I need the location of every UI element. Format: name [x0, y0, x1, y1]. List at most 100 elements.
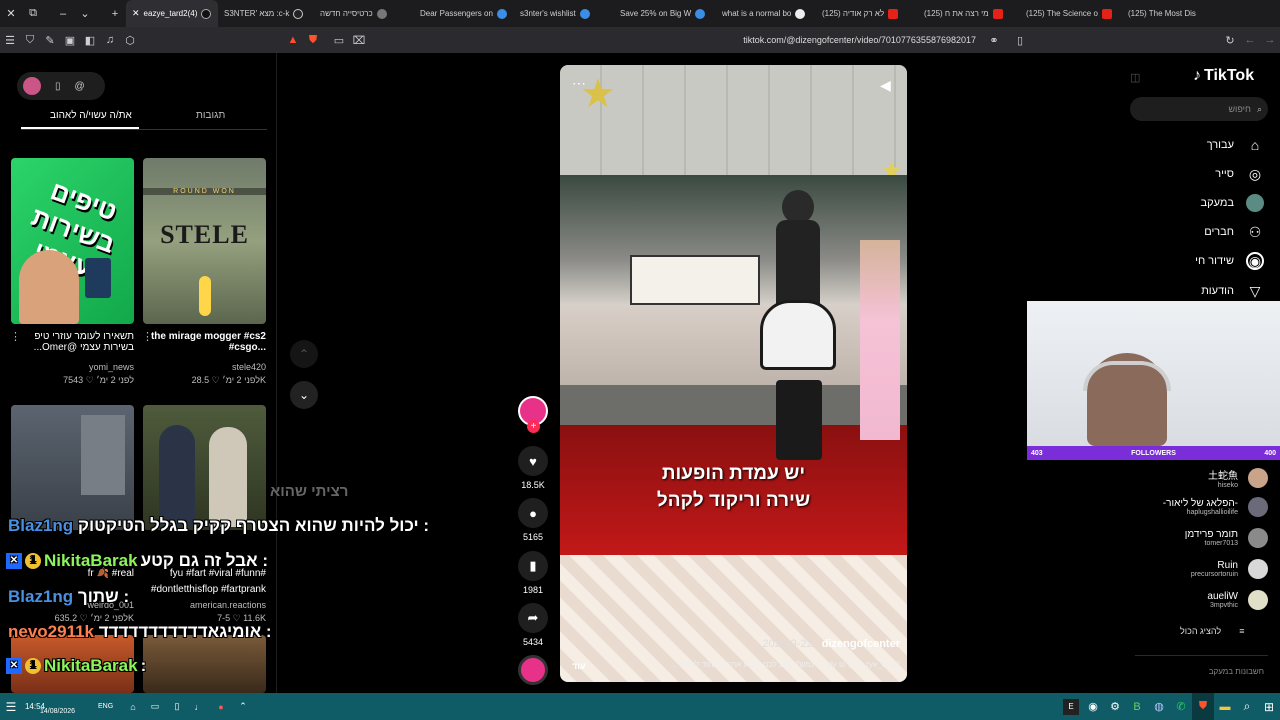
tab-overview-icon[interactable]: ⧉: [22, 0, 44, 27]
tab-replies[interactable]: תגובות: [196, 110, 225, 121]
reload-icon[interactable]: ↻: [1220, 27, 1240, 53]
epic-games-icon[interactable]: E: [1063, 698, 1079, 715]
tab[interactable]: S3NTER' מצא :c-k: [218, 0, 314, 27]
share-action[interactable]: ➦ 5434: [517, 603, 549, 647]
comment-icon[interactable]: ●: [518, 498, 548, 528]
video-thumbnail[interactable]: [11, 405, 134, 530]
tab[interactable]: (125) The Most Dis: [1122, 0, 1220, 27]
link-icon[interactable]: ⚭: [984, 27, 1004, 53]
brave-icon[interactable]: ⛊: [1192, 693, 1214, 720]
following-account[interactable]: -הפלאג של ליאור-haplugshallioilife: [1163, 497, 1268, 517]
pen-icon[interactable]: ✎: [40, 27, 60, 53]
tab[interactable]: Save 25% on Big W: [614, 0, 716, 27]
phone-icon[interactable]: ▯: [55, 81, 61, 92]
display-icon[interactable]: ▭: [144, 693, 166, 720]
volume-icon[interactable]: ▯: [166, 693, 188, 720]
video-caption[interactable]: #dontletthisflop #fartprank: [150, 584, 266, 595]
file-explorer-icon[interactable]: ▬: [1214, 693, 1236, 720]
video-author[interactable]: dizengofcenter: [822, 638, 900, 650]
tab-liked[interactable]: את/ה עשוי/ה לאהוב: [50, 110, 132, 121]
video-author[interactable]: stele420: [150, 362, 266, 372]
video-author[interactable]: american.reactions: [150, 600, 266, 610]
network-icon[interactable]: ⌂: [122, 693, 144, 720]
nav-following[interactable]: במעקב: [1201, 194, 1264, 212]
close-tab-icon[interactable]: ✕: [132, 8, 140, 19]
video-caption[interactable]: תשאירו לעומר עוזרי טיפ בשירות עצמי @Omer…: [20, 331, 134, 353]
video-thumbnail[interactable]: ROUND WON STELE: [143, 158, 266, 324]
tab[interactable]: (125) לא רק אודיה: [816, 0, 918, 27]
follow-plus-icon[interactable]: +: [527, 420, 540, 433]
more-options-icon[interactable]: ⋯: [572, 75, 586, 92]
mute-icon[interactable]: ◀: [880, 77, 891, 94]
nav-messages[interactable]: הודעות ▽: [1201, 282, 1264, 300]
comment-action[interactable]: ● 5165: [517, 498, 549, 542]
bookmark-icon[interactable]: ▮: [518, 551, 548, 581]
steam-icon[interactable]: ⚙: [1104, 693, 1126, 720]
save-action[interactable]: ▮ 1981: [517, 551, 549, 595]
minimize-icon[interactable]: –: [52, 0, 74, 27]
following-account[interactable]: תומר פרידמן tomer7013: [1185, 528, 1268, 548]
menu-icon[interactable]: ☰: [0, 27, 20, 53]
previous-video-button[interactable]: ⌃: [290, 340, 318, 368]
video-thumbnail[interactable]: [143, 635, 266, 693]
nav-live[interactable]: שידור חי ◉: [1195, 252, 1264, 270]
record-icon[interactable]: ●: [210, 693, 232, 720]
tab[interactable]: כרטיסייה חדשה: [314, 0, 414, 27]
video-thumbnail[interactable]: טיפים בשירות עצמי: [11, 158, 134, 324]
search-icon[interactable]: ⌕: [1236, 693, 1258, 720]
video-thumbnail[interactable]: [143, 405, 266, 530]
bookmark-icon[interactable]: ▯: [1010, 27, 1030, 53]
tab[interactable]: (125) The Science o: [1020, 0, 1122, 27]
search-box[interactable]: חיפוש ⌕: [1130, 97, 1268, 121]
whatsapp-icon[interactable]: ✆: [1170, 693, 1192, 720]
main-video[interactable]: ★ ★ ⋯ ◀ יש עמדת הופעות שירה וריקוד לקהל …: [560, 65, 907, 682]
following-account[interactable]: aueliW 3mpvthic: [1207, 590, 1268, 610]
collapse-icon[interactable]: ◫: [1130, 71, 1140, 84]
microphone-icon[interactable]: ♩: [188, 693, 210, 720]
music-icon[interactable]: ♫: [100, 27, 120, 53]
more-link[interactable]: עוד: [572, 661, 586, 671]
video-author[interactable]: yomi_news: [20, 362, 134, 372]
extensions-icon[interactable]: ⬡: [120, 27, 140, 53]
notification-icon[interactable]: ☰: [0, 693, 22, 720]
shield-icon[interactable]: ⛉: [20, 27, 40, 53]
brave-shields-icon[interactable]: ⛊: [303, 27, 323, 53]
share-icon[interactable]: ➦: [518, 603, 548, 633]
obs-icon[interactable]: ◉: [1082, 693, 1104, 720]
following-account[interactable]: Ruin precursortoruin: [1191, 559, 1268, 579]
tray-chevron-icon[interactable]: ⌃: [232, 693, 254, 720]
cast-icon[interactable]: ▭: [329, 27, 349, 53]
url-field[interactable]: tiktok.com/@dizengofcenter/video/7010776…: [369, 35, 984, 45]
following-account[interactable]: 土蛇魚 hiseko: [1208, 467, 1268, 489]
close-window-icon[interactable]: ✕: [0, 0, 22, 27]
music-disc-icon[interactable]: [518, 655, 548, 685]
nav-for-you[interactable]: עבורך ⌂: [1207, 136, 1264, 154]
next-video-button[interactable]: ⌄: [290, 381, 318, 409]
sidebar-icon[interactable]: ◧: [80, 27, 100, 53]
chevron-down-icon[interactable]: ⌄: [74, 0, 96, 27]
search-icon[interactable]: ⌕: [1257, 104, 1262, 115]
back-icon[interactable]: ←: [1240, 27, 1260, 53]
see-all-link[interactable]: ≡ להציג הכול: [1180, 626, 1244, 636]
at-icon[interactable]: @: [75, 81, 85, 92]
nav-friends[interactable]: חברים ⚇: [1204, 223, 1264, 241]
tab[interactable]: what is a normal bo: [716, 0, 816, 27]
avatar[interactable]: [23, 77, 41, 95]
tabs-icon[interactable]: ▣: [60, 27, 80, 53]
nav-explore[interactable]: סייר ◎: [1215, 165, 1264, 183]
tab[interactable]: (125) מי רצה את ח: [918, 0, 1020, 27]
tab[interactable]: Dear Passengers on: [414, 0, 514, 27]
video-caption[interactable]: the mirage mogger #cs2 #csgo...: [150, 331, 266, 353]
windows-start-icon[interactable]: ⊞: [1258, 693, 1280, 720]
heart-icon[interactable]: ♥: [518, 446, 548, 476]
tab-active[interactable]: ✕ eazye_tard2(4): [126, 0, 218, 27]
like-action[interactable]: ♥ 18.5K: [517, 446, 549, 490]
new-tab-icon[interactable]: +: [104, 0, 126, 27]
tab[interactable]: s3nter's wishlist: [514, 0, 614, 27]
translate-icon[interactable]: ⌧: [349, 27, 369, 53]
discord-icon[interactable]: ◍: [1148, 693, 1170, 720]
forward-icon[interactable]: →: [1260, 27, 1280, 53]
language-indicator[interactable]: ENG: [98, 703, 122, 710]
brave-rewards-icon[interactable]: ▲: [283, 27, 303, 53]
b-app-icon[interactable]: B: [1126, 693, 1148, 720]
